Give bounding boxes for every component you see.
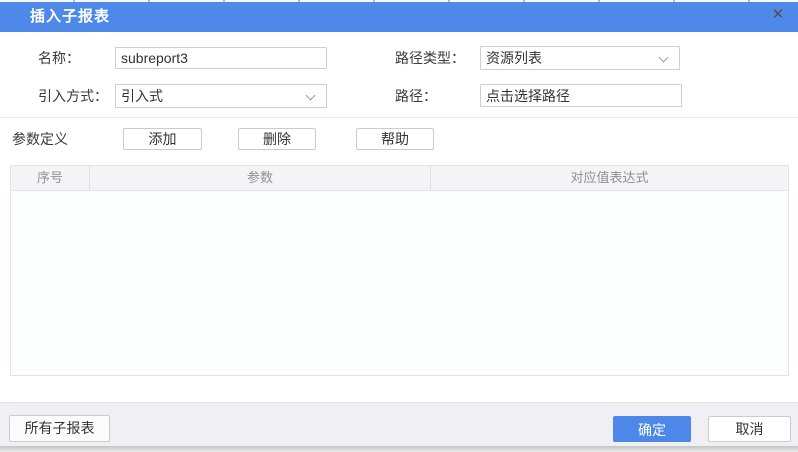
chevron-down-icon [305,90,316,101]
name-input[interactable] [115,47,327,69]
path-input[interactable] [480,84,682,107]
name-label: 名称： [38,50,80,66]
import-mode-value: 引入式 [121,88,163,104]
ok-button[interactable]: 确定 [613,416,691,442]
cancel-button[interactable]: 取消 [708,416,791,442]
path-type-value: 资源列表 [486,50,542,66]
import-mode-select[interactable]: 引入式 [115,84,327,108]
help-button[interactable]: 帮助 [356,128,434,150]
path-type-select[interactable]: 资源列表 [480,46,680,70]
import-mode-label: 引入方式： [38,88,108,104]
section-divider [0,117,798,118]
dialog-title: 插入子报表 [30,8,111,25]
insert-subreport-dialog: 插入子报表 ✕ 名称： 路径类型： 资源列表 引入方式： 引入式 路径： 参数定… [0,0,798,452]
add-button[interactable]: 添加 [123,128,202,150]
column-header-index[interactable]: 序号 [11,166,90,190]
dialog-shadow [0,446,798,452]
param-section-label: 参数定义 [12,131,68,147]
parameter-table: 序号 参数 对应值表达式 [10,165,789,376]
column-header-expression[interactable]: 对应值表达式 [431,166,788,190]
path-label: 路径： [395,88,437,104]
dialog-titlebar[interactable]: 插入子报表 [0,2,798,32]
chevron-down-icon [658,52,669,63]
column-header-parameter[interactable]: 参数 [90,166,431,190]
all-subreports-button[interactable]: 所有子报表 [9,415,110,442]
path-type-label: 路径类型： [395,50,465,66]
parameter-table-header: 序号 参数 对应值表达式 [11,166,788,191]
dialog-footer: 所有子报表 确定 取消 [0,402,798,446]
parameter-table-body[interactable] [11,191,788,376]
close-icon[interactable]: ✕ [767,4,789,26]
delete-button[interactable]: 删除 [238,128,316,150]
